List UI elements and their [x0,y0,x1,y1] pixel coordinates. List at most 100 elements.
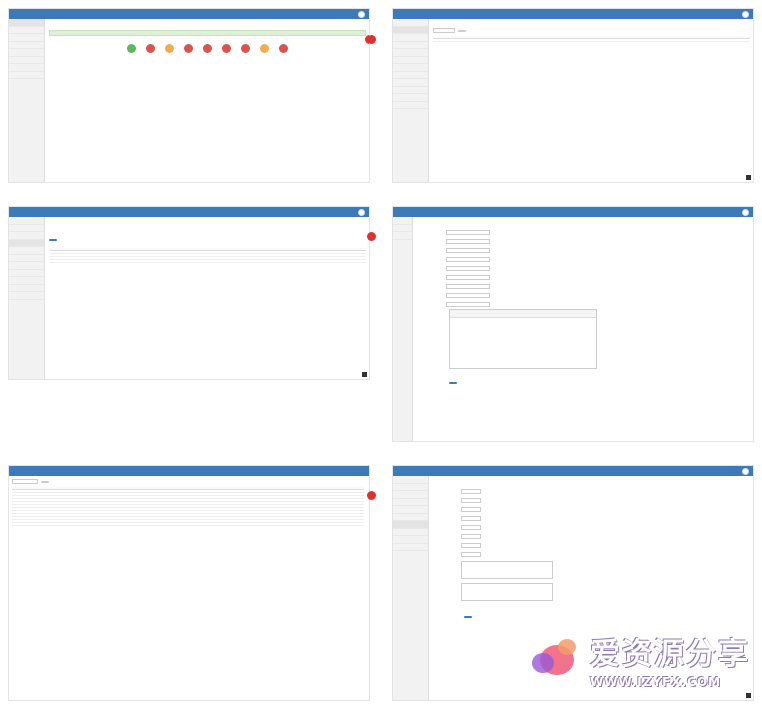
text-field[interactable] [461,498,481,503]
text-field[interactable] [461,534,481,539]
sidebar-item[interactable] [393,484,428,491]
sidebar-item[interactable] [393,72,428,79]
sidebar-item[interactable] [393,506,428,514]
sidebar-item[interactable] [393,536,428,544]
text-field[interactable] [461,507,481,512]
sidebar-item[interactable] [393,521,428,529]
top-bar [9,466,369,476]
textarea-field[interactable] [461,583,553,601]
select-field[interactable] [446,302,490,307]
sidebar-item[interactable] [393,57,428,64]
red-dot-marker [367,491,376,500]
sidebar-item[interactable] [393,529,428,536]
sidebar-item[interactable] [9,225,44,232]
sidebar-item[interactable] [393,34,428,42]
editor-toolbar[interactable] [450,310,596,318]
search-button[interactable] [41,480,49,483]
sidebar [9,19,45,182]
sidebar-item[interactable] [9,232,44,240]
user-area[interactable] [358,208,365,216]
corner-icon [362,372,367,377]
rich-text-editor[interactable] [449,309,597,369]
text-field[interactable] [461,525,481,530]
table-row[interactable] [433,38,750,42]
table-row[interactable] [12,522,364,526]
stat-card [203,44,212,53]
sidebar-item[interactable] [393,217,412,225]
sidebar-item[interactable] [9,217,44,225]
sidebar-item[interactable] [393,225,412,232]
text-field[interactable] [461,543,481,548]
sidebar-item[interactable] [393,544,428,551]
sidebar-item[interactable] [9,285,44,292]
user-area[interactable] [742,467,749,475]
search-input[interactable] [12,479,38,484]
logo-blob [558,639,576,655]
stat-icon [127,44,136,53]
sidebar-item[interactable] [393,79,428,87]
stat-card [127,44,136,53]
stat-card [241,44,250,53]
text-field[interactable] [446,257,490,262]
watermark: 爱资源分享 WWW.IZYFX.COM [532,629,750,689]
text-field[interactable] [446,239,490,244]
sidebar-item[interactable] [393,94,428,102]
text-field[interactable] [446,293,490,298]
form-row [418,237,750,246]
user-area[interactable] [742,208,749,216]
filter-select[interactable] [433,28,455,33]
watermark-name: 爱资源分享 [590,637,750,672]
sidebar-item[interactable] [9,27,44,34]
sidebar-item[interactable] [393,476,428,484]
corner-icon [746,175,751,180]
sidebar-item[interactable] [9,247,44,255]
sidebar-item[interactable] [393,49,428,57]
stat-card [146,44,155,53]
table-row[interactable] [49,259,366,263]
text-field[interactable] [461,552,481,557]
text-field[interactable] [446,266,490,271]
sidebar-item[interactable] [9,42,44,49]
sidebar-item[interactable] [9,57,44,64]
sidebar-item[interactable] [9,64,44,72]
sidebar-item[interactable] [9,34,44,42]
select-field[interactable] [446,248,490,253]
sidebar-item[interactable] [9,72,44,79]
watermark-logo-icon [532,639,586,679]
text-field[interactable] [446,284,490,289]
sidebar-item[interactable] [393,232,412,240]
breadcrumb [49,22,366,28]
text-field[interactable] [461,516,481,521]
user-area[interactable] [358,10,365,18]
sidebar-item[interactable] [9,239,44,247]
sidebar-item[interactable] [393,42,428,49]
save-button[interactable] [464,616,472,618]
user-area[interactable] [742,10,749,18]
sidebar-item[interactable] [9,262,44,270]
sidebar [9,217,45,379]
sidebar-item[interactable] [9,292,44,300]
sidebar-item[interactable] [393,514,428,521]
sidebar-item[interactable] [9,255,44,262]
text-field[interactable] [461,489,481,494]
add-button[interactable] [49,239,57,241]
form-row [418,255,750,264]
sidebar-item[interactable] [9,277,44,285]
sidebar-item[interactable] [9,270,44,277]
save-button[interactable] [449,382,457,384]
form-row [418,246,750,255]
textarea-field[interactable] [461,561,553,579]
text-field[interactable] [446,230,490,235]
search-button[interactable] [458,29,466,32]
sidebar-item[interactable] [9,19,44,27]
sidebar-item[interactable] [393,19,428,27]
sidebar-item[interactable] [393,64,428,72]
sidebar-item[interactable] [393,499,428,506]
sidebar-item[interactable] [393,491,428,499]
sidebar-item[interactable] [393,26,428,34]
text-field[interactable] [446,275,490,280]
stat-icon [165,44,174,53]
sidebar-item[interactable] [393,87,428,94]
sidebar-item[interactable] [393,102,428,109]
sidebar-item[interactable] [9,49,44,57]
